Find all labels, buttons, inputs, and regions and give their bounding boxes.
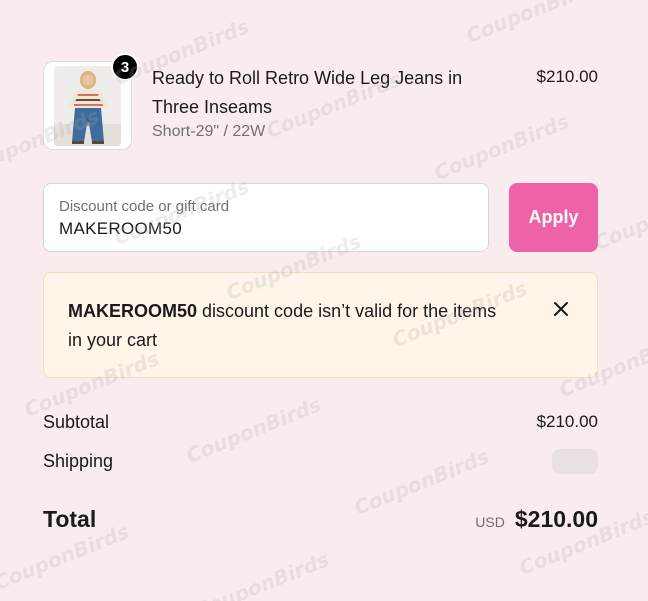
- error-code: MAKEROOM50: [68, 301, 198, 321]
- subtotal-row: Subtotal $210.00: [43, 410, 598, 434]
- product-price: $210.00: [536, 67, 598, 86]
- close-icon[interactable]: [549, 297, 573, 321]
- shipping-value-loading: [552, 448, 598, 474]
- discount-field-value[interactable]: MAKEROOM50: [59, 217, 473, 241]
- shipping-label: Shipping: [43, 450, 114, 471]
- total-label: Total: [43, 505, 97, 532]
- discount-error-banner: MAKEROOM50 discount code isn’t valid for…: [43, 272, 598, 378]
- discount-code-field[interactable]: Discount code or gift card MAKEROOM50: [43, 183, 489, 252]
- line-item: 3 Ready to Roll Retro Wide Leg Jeans in …: [43, 53, 598, 151]
- total-value: USD $210.00: [475, 506, 598, 533]
- model-illustration: [54, 66, 121, 146]
- total-amount: $210.00: [514, 505, 598, 532]
- error-message: MAKEROOM50 discount code isn’t valid for…: [68, 297, 508, 355]
- close-icon-glyph: [554, 302, 568, 316]
- quantity-badge: 3: [111, 53, 139, 81]
- product-thumbnail: 3: [43, 53, 139, 150]
- product-image: [54, 66, 121, 146]
- watermark: CouponBirds: [462, 0, 605, 48]
- shipping-row: Shipping: [43, 448, 598, 474]
- subtotal-value: $210.00: [536, 412, 598, 431]
- currency-code: USD: [475, 513, 505, 530]
- watermark: CouponBirds: [190, 547, 333, 601]
- subtotal-label: Subtotal: [43, 411, 110, 432]
- discount-field-label: Discount code or gift card: [59, 198, 230, 215]
- apply-button[interactable]: Apply: [509, 183, 598, 252]
- product-title: Ready to Roll Retro Wide Leg Jeans in Th…: [152, 68, 463, 117]
- total-row: Total USD $210.00: [43, 502, 598, 536]
- watermark: CouponBirds: [590, 179, 648, 255]
- product-variant: Short-29" / 22W: [152, 123, 266, 140]
- order-summary: 3 Ready to Roll Retro Wide Leg Jeans in …: [0, 0, 648, 601]
